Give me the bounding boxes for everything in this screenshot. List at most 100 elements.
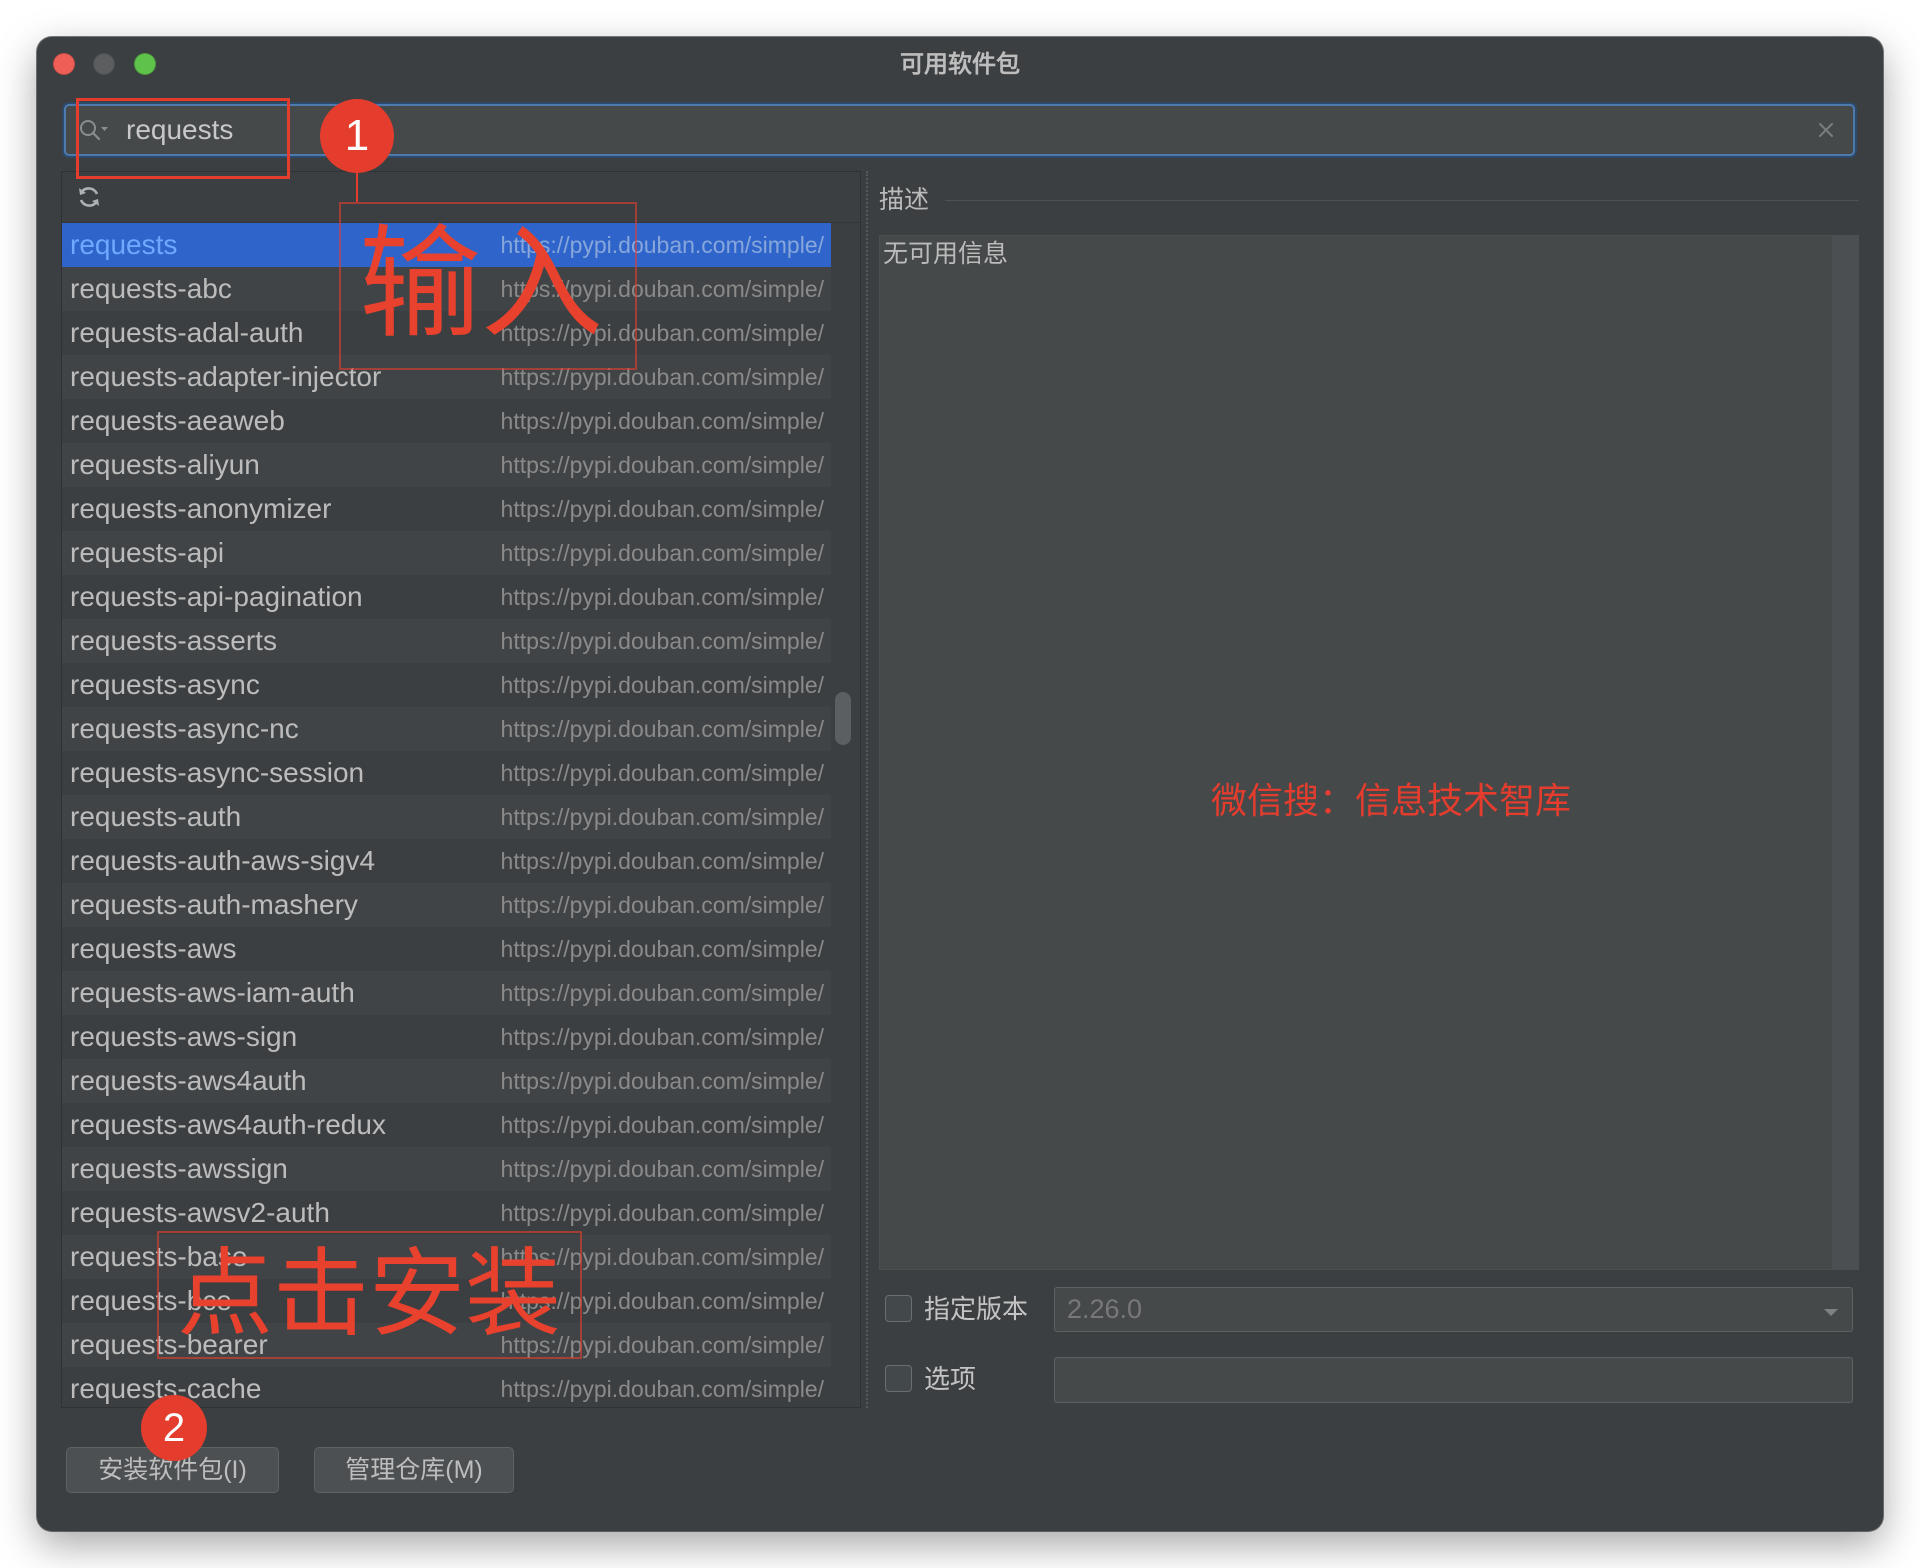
list-scrollbar-thumb[interactable]	[835, 692, 851, 745]
package-row[interactable]: requests-async-nc https://pypi.douban.com…	[62, 707, 831, 751]
title-bar: 可用软件包	[37, 37, 1883, 92]
panel-splitter[interactable]	[866, 171, 869, 1408]
package-row[interactable]: requests-auth-aws-sigv4 https://pypi.doub…	[62, 839, 831, 883]
package-row[interactable]: requests-async https://pypi.douban.com/si…	[62, 663, 831, 707]
package-repo-url: https://pypi.douban.com/simple/	[500, 363, 824, 390]
package-name: requests-base	[70, 1241, 248, 1272]
package-name: requests-awssign	[70, 1153, 288, 1184]
package-row[interactable]: requests-api https://pypi.douban.com/simp…	[62, 531, 831, 575]
package-name: requests-cache	[70, 1373, 262, 1404]
package-name: requests-aeaweb	[70, 405, 285, 436]
specify-version-checkbox[interactable]	[885, 1295, 912, 1322]
package-repo-url: https://pypi.douban.com/simple/	[500, 1243, 824, 1270]
package-repo-url: https://pypi.douban.com/simple/	[500, 759, 824, 786]
package-row[interactable]: requests-aliyun https://pypi.douban.com/s…	[62, 443, 831, 487]
package-row[interactable]: requests-adal-auth https://pypi.douban.co…	[62, 311, 831, 355]
close-icon[interactable]	[1817, 121, 1835, 139]
package-repo-url: https://pypi.douban.com/simple/	[500, 671, 824, 698]
specify-version-label[interactable]: 指定版本	[924, 1293, 1028, 1325]
package-name: requests-adal-auth	[70, 317, 304, 348]
package-name: requests-async-session	[70, 757, 365, 788]
search-field[interactable]	[64, 104, 1855, 156]
package-row[interactable]: requests-aws-iam-auth https://pypi.douban…	[62, 971, 831, 1015]
package-list[interactable]: requests https://pypi.douban.com/simple/r…	[62, 223, 831, 1407]
package-name: requests-auth-aws-sigv4	[70, 845, 376, 876]
description-box: 无可用信息 微信搜：信息技术智库	[879, 235, 1859, 1270]
package-repo-url: https://pypi.douban.com/simple/	[500, 1023, 824, 1050]
install-package-button[interactable]: 安装软件包(I)	[66, 1447, 279, 1493]
package-row[interactable]: requests-aeaweb https://pypi.douban.com/s…	[62, 399, 831, 443]
package-name: requests-auth-mashery	[70, 889, 358, 920]
description-label: 描述	[879, 186, 930, 214]
package-repo-url: https://pypi.douban.com/simple/	[500, 891, 824, 918]
refresh-icon[interactable]	[76, 184, 102, 210]
package-repo-url: https://pypi.douban.com/simple/	[500, 231, 824, 258]
package-row[interactable]: requests-bce https://pypi.douban.com/simp…	[62, 1279, 831, 1323]
package-repo-url: https://pypi.douban.com/simple/	[500, 979, 824, 1006]
package-repo-url: https://pypi.douban.com/simple/	[500, 583, 824, 610]
package-row[interactable]: requests-aws4auth https://pypi.douban.com…	[62, 1059, 831, 1103]
package-row[interactable]: requests-awsv2-auth https://pypi.douban.c…	[62, 1191, 831, 1235]
options-input[interactable]	[1054, 1357, 1853, 1403]
package-repo-url: https://pypi.douban.com/simple/	[500, 1375, 824, 1402]
package-row[interactable]: requests-adapter-injector https://pypi.do…	[62, 355, 831, 399]
package-row[interactable]: requests-cache https://pypi.douban.com/si…	[62, 1367, 831, 1407]
package-name: requests-api	[70, 537, 225, 568]
package-row[interactable]: requests-async-session https://pypi.douba…	[62, 751, 831, 795]
list-toolbar	[62, 172, 860, 223]
watermark-text: 微信搜：信息技术智库	[1210, 780, 1571, 821]
package-row[interactable]: requests https://pypi.douban.com/simple/	[62, 223, 831, 267]
package-repo-url: https://pypi.douban.com/simple/	[500, 1287, 824, 1314]
search-icon[interactable]	[78, 118, 110, 142]
available-packages-dialog: 可用软件包 requests requests https://pypi.dou…	[37, 37, 1883, 1531]
version-dropdown[interactable]: 2.26.0	[1054, 1287, 1853, 1332]
package-name: requests-bce	[70, 1285, 232, 1316]
package-row[interactable]: requests-base https://pypi.douban.com/sim…	[62, 1235, 831, 1279]
list-scrollbar[interactable]	[832, 223, 860, 1407]
package-repo-url: https://pypi.douban.com/simple/	[500, 319, 824, 346]
package-name: requests-anonymizer	[70, 493, 332, 524]
package-name: requests-aws4auth-redux	[70, 1109, 386, 1140]
package-name: requests-aws-sign	[70, 1021, 298, 1052]
package-name: requests-adapter-injector	[70, 361, 382, 392]
package-row[interactable]: requests-api-pagination https://pypi.doub…	[62, 575, 831, 619]
package-name: requests-auth	[70, 801, 242, 832]
package-name: requests-asserts	[70, 625, 277, 656]
package-row[interactable]: requests-aws4auth-redux https://pypi.doub…	[62, 1103, 831, 1147]
package-repo-url: https://pypi.douban.com/simple/	[500, 935, 824, 962]
package-row[interactable]: requests-auth https://pypi.douban.com/sim…	[62, 795, 831, 839]
chevron-down-icon[interactable]	[1823, 1305, 1839, 1316]
package-repo-url: https://pypi.douban.com/simple/	[500, 1199, 824, 1226]
manage-repositories-button[interactable]: 管理仓库(M)	[314, 1447, 514, 1493]
package-row[interactable]: requests-awssign https://pypi.douban.com/…	[62, 1147, 831, 1191]
package-repo-url: https://pypi.douban.com/simple/	[500, 451, 824, 478]
package-name: requests-aliyun	[70, 449, 260, 480]
package-name: requests-async-nc	[70, 713, 299, 744]
package-repo-url: https://pypi.douban.com/simple/	[500, 495, 824, 522]
package-name: requests-aws-iam-auth	[70, 977, 355, 1008]
package-row[interactable]: requests-auth-mashery https://pypi.douban…	[62, 883, 831, 927]
package-repo-url: https://pypi.douban.com/simple/	[500, 715, 824, 742]
package-name: requests-aws4auth	[70, 1065, 307, 1096]
package-repo-url: https://pypi.douban.com/simple/	[500, 539, 824, 566]
options-checkbox[interactable]	[885, 1365, 912, 1392]
screen: 可用软件包 requests requests https://pypi.dou…	[0, 0, 1920, 1568]
package-row[interactable]: requests-aws https://pypi.douban.com/simp…	[62, 927, 831, 971]
package-row[interactable]: requests-bearer https://pypi.douban.com/s…	[62, 1323, 831, 1367]
options-label[interactable]: 选项	[924, 1363, 976, 1395]
package-repo-url: https://pypi.douban.com/simple/	[500, 1067, 824, 1094]
description-separator	[945, 200, 1859, 201]
package-row[interactable]: requests-anonymizer https://pypi.douban.c…	[62, 487, 831, 531]
package-repo-url: https://pypi.douban.com/simple/	[500, 1155, 824, 1182]
package-name: requests-async	[70, 669, 260, 700]
package-name: requests-aws	[70, 933, 237, 964]
package-row[interactable]: requests-asserts https://pypi.douban.com/…	[62, 619, 831, 663]
package-row[interactable]: requests-abc https://pypi.douban.com/simp…	[62, 267, 831, 311]
search-input[interactable]	[126, 106, 1786, 154]
package-list-panel: requests https://pypi.douban.com/simple/r…	[61, 171, 861, 1408]
description-scrollbar[interactable]	[1832, 236, 1858, 1269]
package-name: requests	[70, 229, 178, 260]
package-row[interactable]: requests-aws-sign https://pypi.douban.com…	[62, 1015, 831, 1059]
version-value: 2.26.0	[1067, 1294, 1143, 1324]
description-text: 无可用信息	[883, 240, 1009, 268]
